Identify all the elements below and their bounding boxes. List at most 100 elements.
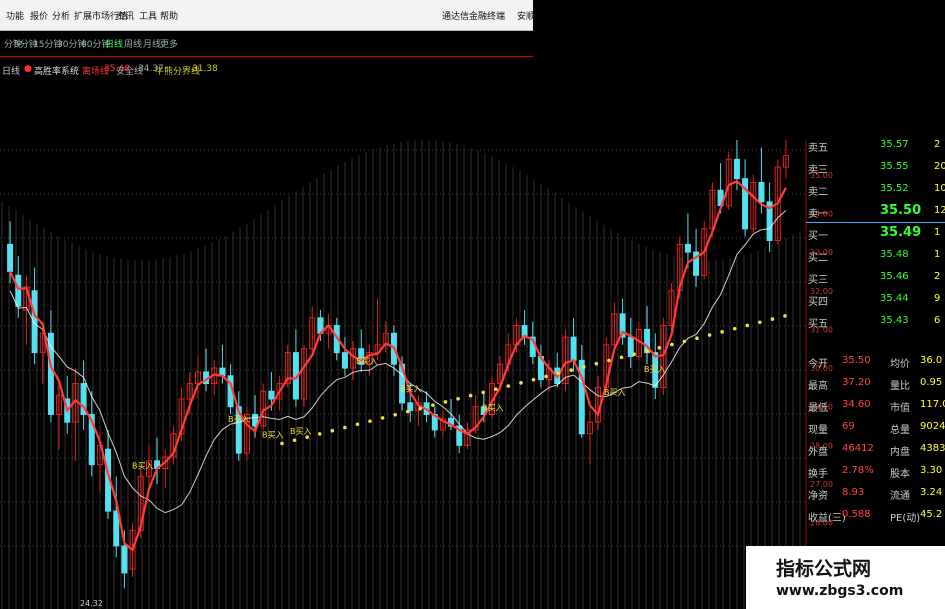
trend-dot — [544, 374, 548, 379]
stat-value: 35.50 — [842, 355, 871, 366]
order-book-volume: 6 — [934, 315, 941, 326]
period-monthly[interactable]: 月线 — [143, 37, 161, 50]
stat-row: 换手 2.78% 股本 3.30 — [806, 462, 945, 480]
buy-signal-label: B买入 — [482, 404, 504, 413]
trend-dot — [732, 326, 737, 331]
watermark-url: www.zbgs3.com — [776, 583, 904, 599]
stat-value: 46412 — [842, 443, 874, 454]
candle-body — [31, 290, 38, 354]
stat-row: 外盘 46412 内盘 43838 — [806, 440, 945, 458]
quote-panel: 卖五 35.57 2 卖三 35.55 20 卖二 35.52 10 卖一 35.50 12 买一 35.… — [806, 139, 945, 540]
indicator-system-name[interactable]: 高胜率系统 — [34, 64, 79, 77]
trend-dot — [481, 390, 486, 395]
bull-bear-value: 31.38 — [192, 64, 218, 74]
trend-dot — [644, 349, 649, 353]
period-more[interactable]: 更多 — [160, 37, 178, 50]
order-book-row: 卖二 35.52 10 — [806, 180, 945, 198]
trend-dot — [305, 435, 309, 439]
trend-dot — [657, 345, 662, 350]
menu-news[interactable]: 资讯 — [116, 9, 134, 22]
indicator-mode: 日线 — [2, 67, 21, 77]
divider-line — [0, 56, 533, 57]
trend-dot — [280, 441, 284, 446]
stat-value: 3.24 — [920, 487, 943, 498]
stat-row: 收益(三) 0.588 PE(动) 45.2 — [806, 506, 945, 524]
stat-label: 今开 — [808, 359, 828, 370]
low-price-label: 24.32 — [80, 599, 103, 608]
menu-analysis[interactable]: 分析 — [52, 9, 70, 22]
order-book-row: 买五 35.43 6 — [806, 312, 945, 330]
trend-dot — [292, 438, 297, 443]
order-book-row: 买一 35.49 1 — [806, 224, 945, 242]
order-book-price: 35.46 — [880, 271, 909, 282]
trend-dot — [670, 342, 674, 347]
watermark-title: 指标公式网 — [776, 558, 872, 580]
trend-dot — [745, 323, 750, 328]
stat-row: 最低 34.60 市值 117.0 — [806, 396, 945, 414]
candle-body — [758, 182, 765, 203]
stat-label: 量比 — [890, 381, 910, 392]
order-book-volume: 10 — [934, 183, 945, 194]
order-book-volume: 1 — [934, 227, 941, 238]
buy-signal-label: B买入 — [400, 384, 422, 393]
app-title: 通达信金融终端 — [442, 12, 506, 22]
order-book-row: 卖一 35.50 12 — [806, 202, 945, 220]
stat-label: 均价 — [890, 359, 910, 370]
order-book-row: 买三 35.46 2 — [806, 268, 945, 286]
order-book-volume: 20 — [934, 161, 945, 172]
trend-dot — [632, 352, 636, 356]
stat-value: 117.0 — [920, 399, 945, 410]
stat-row: 最高 37.20 量比 0.95 — [806, 374, 945, 392]
stat-label: 最低 — [808, 403, 828, 414]
stat-value: 45.2 — [920, 509, 943, 520]
trend-dot — [317, 432, 322, 436]
trend-dot — [582, 365, 586, 369]
order-book-volume: 2 — [934, 271, 941, 282]
trend-dot — [493, 387, 498, 392]
stat-value: 8.93 — [842, 487, 865, 498]
trend-dot — [330, 428, 335, 433]
trend-dot — [607, 358, 611, 363]
indicator-bar: 日线 ● 高胜率系统 离场线 35.48 安全线 34.37 牛熊分界线 31.… — [0, 62, 533, 78]
period-daily[interactable]: 日线 — [105, 37, 123, 50]
order-book-label: 买二 — [808, 253, 828, 264]
stat-label: 总量 — [890, 425, 910, 436]
order-book-label: 卖三 — [808, 165, 828, 176]
menu-account[interactable]: 安顺 — [517, 9, 535, 22]
buy-signal-label: B买入 — [262, 431, 284, 440]
candle-body — [121, 545, 128, 574]
menu-tools[interactable]: 工具 — [139, 9, 157, 22]
candle-body — [341, 352, 348, 369]
order-book-price: 35.55 — [880, 161, 909, 172]
trend-dot — [468, 393, 473, 398]
buy-signal-label: B买入 — [132, 462, 154, 471]
order-book-volume: 12 — [934, 205, 945, 216]
buy-signal-label: B买入 — [290, 427, 312, 436]
stat-label: 内盘 — [890, 447, 910, 458]
order-book-label: 卖一 — [808, 209, 828, 220]
candle-body — [47, 332, 54, 415]
menu-help[interactable]: 帮助 — [160, 9, 178, 22]
candle-body — [684, 243, 691, 253]
stat-row: 净资 8.93 流通 3.24 — [806, 484, 945, 502]
order-book-volume: 1 — [934, 249, 941, 260]
period-bar: 分钟 5分钟 15分钟 30分钟 60分钟 日线 周线 月线 更多 — [0, 34, 533, 52]
trend-dot — [343, 425, 347, 430]
trend-dot — [783, 314, 787, 318]
trend-dot — [707, 333, 712, 337]
menu-function[interactable]: 功能 — [6, 9, 24, 22]
period-weekly[interactable]: 周线 — [124, 37, 142, 50]
order-book-price: 35.43 — [880, 315, 909, 326]
stat-label: 股本 — [890, 469, 910, 480]
trend-dot — [443, 400, 448, 404]
candle-body — [113, 510, 120, 547]
stat-label: 外盘 — [808, 447, 828, 458]
order-book-label: 卖五 — [808, 143, 828, 154]
order-book-price: 35.52 — [880, 183, 909, 194]
trend-dot — [531, 377, 536, 382]
trend-dot — [682, 339, 687, 344]
menu-quotes[interactable]: 报价 — [30, 9, 48, 22]
stat-label: 现量 — [808, 425, 828, 436]
kline-chart[interactable]: 35.0034.0033.0032.0031.0030.0029.0028.00… — [0, 0, 945, 609]
order-book-row: 买四 35.44 9 — [806, 290, 945, 308]
